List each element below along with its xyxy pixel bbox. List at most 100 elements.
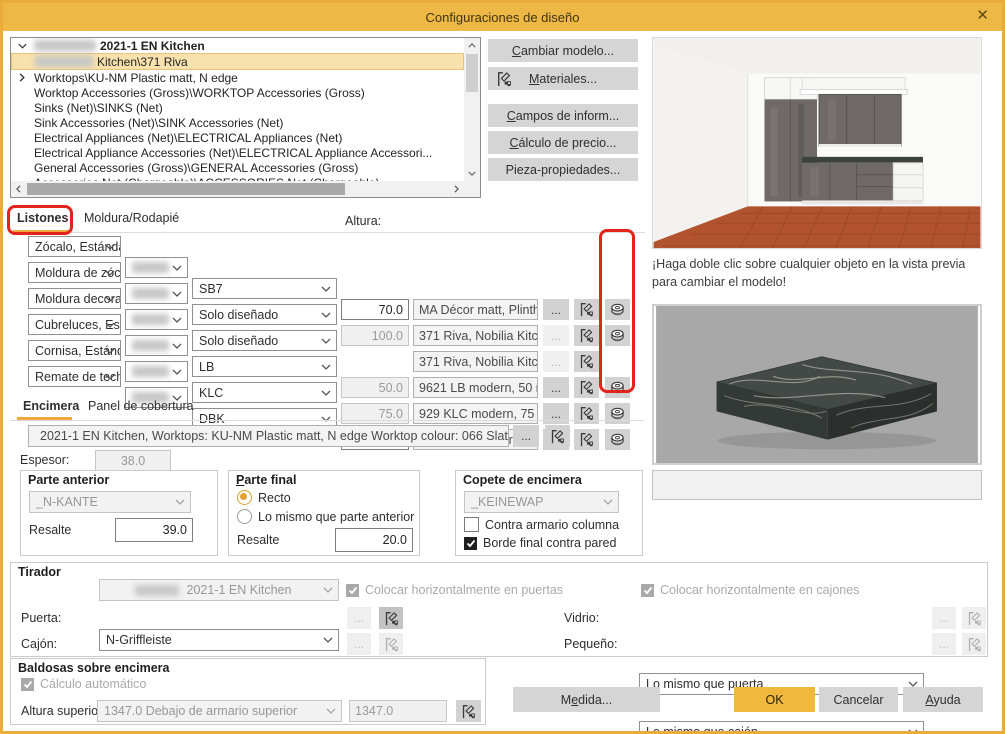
tree-row[interactable]: Sink Accessories (Net)\SINK Accessories … bbox=[11, 115, 464, 130]
puerta-more-button: ... bbox=[347, 607, 371, 629]
resalte-anterior-input[interactable] bbox=[115, 518, 193, 542]
radio-unselected-icon[interactable] bbox=[237, 509, 252, 524]
tree-row[interactable]: Worktop Accessories (Gross)\WORKTOP Acce… bbox=[11, 85, 464, 100]
liston-material-button[interactable] bbox=[574, 429, 599, 450]
tirador-model-select[interactable]: 2021-1 EN Kitchen bbox=[99, 579, 339, 601]
tree-row[interactable]: 2021-1 EN Kitchen bbox=[11, 38, 464, 53]
kitchen-preview[interactable] bbox=[652, 37, 982, 249]
borde-final-option[interactable]: Borde final contra pared bbox=[464, 536, 616, 550]
ok-label: OK bbox=[765, 693, 783, 707]
tree-row[interactable]: Electrical Appliances (Net)\ELECTRICAL A… bbox=[11, 130, 464, 145]
espesor-label: Espesor: bbox=[20, 453, 69, 467]
checkbox-checked-icon[interactable] bbox=[464, 537, 477, 550]
tab-encimera[interactable]: Encimera bbox=[23, 399, 79, 413]
altura-column-label: Altura: bbox=[345, 214, 381, 228]
tree-row-label: General Accessories (Gross)\GENERAL Acce… bbox=[34, 161, 358, 175]
contra-armario-label: Contra armario columna bbox=[485, 518, 619, 532]
puerta-value: N-Griffleiste bbox=[106, 633, 172, 647]
tree-row[interactable]: General Accessories (Gross)\GENERAL Acce… bbox=[11, 160, 464, 175]
scroll-down-icon[interactable] bbox=[464, 166, 480, 181]
material-preview-render bbox=[654, 306, 980, 463]
parte-anterior-select[interactable]: _N-KANTE bbox=[29, 491, 191, 513]
tab-panel-cobertura[interactable]: Panel de cobertura bbox=[88, 399, 194, 413]
liston-type-select[interactable]: Moldura de zóc bbox=[28, 262, 121, 283]
materials-icon bbox=[579, 406, 594, 421]
material-preview[interactable] bbox=[652, 304, 982, 465]
worktop-more-button[interactable]: ... bbox=[513, 425, 539, 447]
liston-row: Cornisa, Estánd KLC 929 KLC modern, 75 r… bbox=[3, 340, 648, 361]
materials-icon bbox=[496, 71, 512, 87]
tree-row-selected[interactable]: Kitchen\371 Riva bbox=[11, 53, 464, 70]
radio-selected-icon[interactable] bbox=[237, 490, 252, 505]
liston-material-value: 929 KLC modern, 75 r bbox=[419, 407, 538, 421]
pequeno-value: Lo mismo que cajón bbox=[646, 725, 758, 734]
liston-row: Moldura decora Solo diseñado 371 Riva, N… bbox=[3, 288, 648, 309]
puerta-select[interactable]: N-Griffleiste bbox=[99, 629, 339, 651]
tree-row-label: Sink Accessories (Net)\SINK Accessories … bbox=[34, 116, 283, 130]
mismo-label: Lo mismo que parte anterior bbox=[258, 510, 414, 524]
pequeno-material-button bbox=[962, 633, 986, 655]
mismo-parte-anterior-option[interactable]: Lo mismo que parte anterior bbox=[237, 509, 414, 524]
altura-superior-select[interactable]: 1347.0 Debajo de armario superior bbox=[97, 700, 342, 722]
tree-rows: 2021-1 EN Kitchen Kitchen\371 Riva Workt… bbox=[11, 38, 464, 181]
scroll-left-icon[interactable] bbox=[11, 181, 26, 197]
vertical-scrollbar[interactable] bbox=[464, 38, 480, 181]
dialog-title: Configuraciones de diseño bbox=[426, 10, 580, 25]
cancel-button[interactable]: Cancelar bbox=[819, 687, 898, 712]
close-icon[interactable]: ✕ bbox=[976, 7, 989, 25]
liston-type-select[interactable]: Cubreluces, Est bbox=[28, 314, 121, 335]
materials-button[interactable]: Materiales... bbox=[488, 67, 638, 90]
materials-icon bbox=[967, 611, 982, 626]
scrollbar-corner bbox=[464, 181, 480, 197]
tab-moldura-rodapie[interactable]: Moldura/Rodapié bbox=[84, 211, 179, 225]
liston-type-select[interactable]: Remate de tech bbox=[28, 366, 121, 387]
horizontal-cajones-option: Colocar horizontalmente en cajones bbox=[641, 583, 859, 597]
pequeno-select[interactable]: Lo mismo que cajón bbox=[639, 721, 924, 734]
contra-armario-option[interactable]: Contra armario columna bbox=[464, 517, 619, 532]
redacted-text bbox=[35, 56, 93, 67]
copete-value: _KEINEWAP bbox=[471, 495, 543, 509]
tree-row[interactable]: Electrical Appliance Accessories (Net)\E… bbox=[11, 145, 464, 160]
liston-type-select[interactable]: Moldura decora bbox=[28, 288, 121, 309]
chevron-right-icon[interactable] bbox=[14, 73, 30, 82]
change-model-button[interactable]: Cambiar modelo... bbox=[488, 39, 638, 62]
worktop-material-button[interactable] bbox=[545, 425, 570, 447]
tab-listones[interactable]: Listones bbox=[17, 211, 68, 225]
price-calc-button[interactable]: Cálculo de precio... bbox=[488, 131, 638, 154]
part-properties-button[interactable]: Pieza-propiedades... bbox=[488, 158, 638, 181]
liston-measure-button[interactable] bbox=[605, 429, 630, 450]
help-button[interactable]: Ayuda bbox=[903, 687, 983, 712]
resalte-final-input[interactable] bbox=[335, 528, 413, 552]
checkbox-unchecked-icon[interactable] bbox=[464, 517, 479, 532]
catalog-tree[interactable]: 2021-1 EN Kitchen Kitchen\371 Riva Workt… bbox=[10, 37, 481, 198]
tree-row-label: 2021-1 EN Kitchen bbox=[100, 39, 205, 53]
horizontal-puertas-label: Colocar horizontalmente en puertas bbox=[365, 583, 563, 597]
tree-row-label: Worktops\KU-NM Plastic matt, N edge bbox=[34, 71, 238, 85]
info-fields-button[interactable]: Campos de inform... bbox=[488, 104, 638, 127]
ok-button[interactable]: OK bbox=[734, 687, 815, 712]
calculo-automatico-label: Cálculo automático bbox=[40, 677, 146, 691]
chevron-down-icon[interactable] bbox=[14, 43, 30, 49]
title-bar[interactable]: Configuraciones de diseño ✕ bbox=[3, 3, 1002, 31]
scroll-up-icon[interactable] bbox=[464, 38, 480, 53]
liston-row: Remate de tech DBK K Carcase material, C… bbox=[3, 366, 648, 387]
tree-row[interactable]: Worktops\KU-NM Plastic matt, N edge bbox=[11, 70, 464, 85]
redacted-text bbox=[135, 585, 179, 596]
horizontal-scroll-thumb[interactable] bbox=[27, 183, 345, 195]
checkbox-checked-disabled-icon bbox=[641, 584, 654, 597]
puerta-material-button[interactable] bbox=[379, 607, 403, 629]
worktop-material-value: 2021-1 EN Kitchen, Worktops: KU-NM Plast… bbox=[40, 429, 509, 443]
baldosas-material-button[interactable] bbox=[456, 700, 481, 722]
checkbox-checked-disabled-icon bbox=[21, 678, 34, 691]
vertical-scroll-thumb[interactable] bbox=[466, 54, 478, 92]
tree-row[interactable]: Sinks (Net)\SINKS (Net) bbox=[11, 100, 464, 115]
liston-profile-value: DBK bbox=[199, 412, 225, 426]
liston-type-select[interactable]: Zócalo, Estánda bbox=[28, 236, 121, 257]
copete-select[interactable]: _KEINEWAP bbox=[464, 491, 619, 513]
medida-button[interactable]: Medida... bbox=[513, 687, 660, 712]
vidrio-more-button: ... bbox=[932, 607, 956, 629]
recto-option[interactable]: Recto bbox=[237, 490, 291, 505]
liston-type-select[interactable]: Cornisa, Estánd bbox=[28, 340, 121, 361]
horizontal-scrollbar[interactable] bbox=[11, 181, 464, 197]
scroll-right-icon[interactable] bbox=[449, 181, 464, 197]
